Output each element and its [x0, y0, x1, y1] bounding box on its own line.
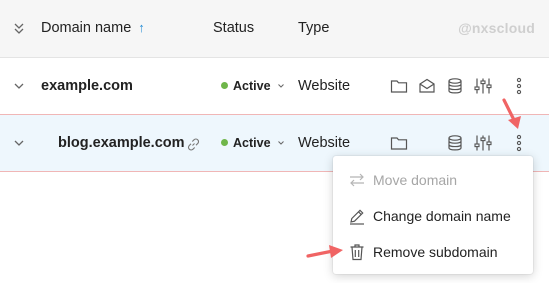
mail-icon[interactable] — [417, 76, 437, 96]
watermark: @nxscloud — [458, 20, 535, 36]
pencil-icon — [350, 209, 364, 225]
menu-item-remove-subdomain[interactable]: Remove subdomain — [333, 234, 533, 270]
chevron-down-icon — [278, 141, 284, 145]
database-icon[interactable] — [445, 133, 465, 153]
annotation-arrow-icon — [306, 245, 343, 258]
menu-item-label: Change domain name — [373, 208, 511, 224]
expand-all-icon[interactable] — [12, 21, 26, 35]
sort-ascending-icon: ↑ — [138, 20, 145, 35]
type-label: Website — [298, 135, 351, 151]
context-menu: Move domain Change domain name Remove su… — [333, 156, 533, 274]
type-column-header[interactable]: Type — [298, 20, 329, 36]
status-active-dot — [221, 139, 228, 146]
type-label: Website — [298, 78, 351, 94]
menu-item-label: Move domain — [373, 172, 458, 188]
chevron-down-icon — [278, 84, 284, 88]
status-label: Active — [233, 136, 271, 150]
more-options-icon[interactable] — [509, 76, 529, 96]
settings-sliders-icon[interactable] — [473, 76, 493, 96]
chevron-down-icon[interactable] — [12, 79, 26, 93]
chevron-down-icon[interactable] — [12, 136, 26, 150]
swap-arrows-icon — [350, 173, 364, 187]
domain-name-column-header[interactable]: Domain name ↑ — [41, 20, 145, 36]
status-dropdown[interactable]: Active — [221, 136, 285, 150]
folder-icon[interactable] — [389, 133, 409, 153]
status-active-dot — [221, 82, 228, 89]
more-options-icon[interactable] — [509, 133, 529, 153]
status-column-header[interactable]: Status — [213, 20, 254, 36]
annotation-arrow-icon — [502, 98, 521, 129]
table-header: Domain name ↑ Status Type @nxscloud — [0, 0, 549, 58]
domain-name[interactable]: example.com — [41, 78, 133, 94]
trash-icon — [350, 244, 364, 261]
menu-item-move-domain: Move domain — [333, 162, 533, 198]
status-label: Active — [233, 79, 271, 93]
folder-icon[interactable] — [389, 76, 409, 96]
table-row[interactable]: example.com Active Website — [0, 58, 549, 115]
settings-sliders-icon[interactable] — [473, 133, 493, 153]
database-icon[interactable] — [445, 76, 465, 96]
domain-name-header-label: Domain name — [41, 20, 132, 36]
menu-item-change-domain-name[interactable]: Change domain name — [333, 198, 533, 234]
menu-item-label: Remove subdomain — [373, 244, 498, 260]
domain-name[interactable]: blog.example.com — [58, 135, 185, 151]
status-dropdown[interactable]: Active — [221, 79, 285, 93]
link-icon[interactable] — [186, 137, 201, 152]
